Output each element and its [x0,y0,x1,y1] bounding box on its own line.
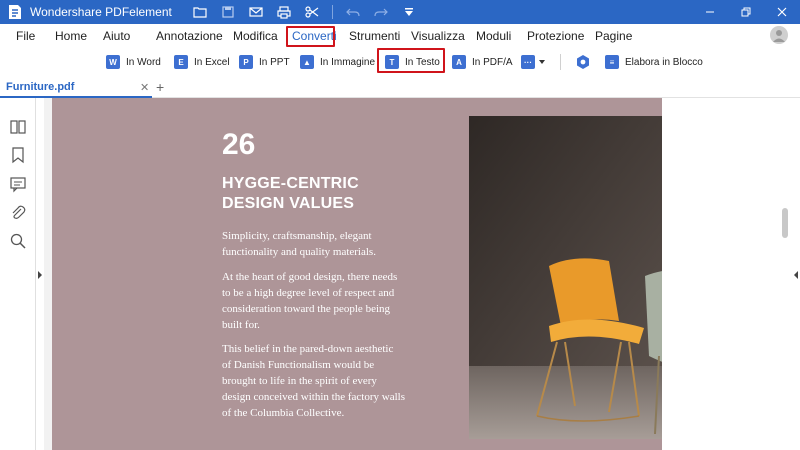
tab-furniture-pdf[interactable]: Furniture.pdf ✕ [0,78,152,98]
more-formats-icon: ··· [521,55,535,69]
more-formats-button[interactable]: ··· [521,53,546,71]
minimize-icon[interactable] [692,0,728,24]
in-excel-label: In Excel [194,56,230,68]
menu-bar: File Home Aiuto Annotazione Modifica Con… [0,24,800,48]
in-pdfa-button[interactable]: A In PDF/A [452,53,513,71]
menu-file[interactable]: File [16,28,35,44]
menu-pagine[interactable]: Pagine [595,28,632,44]
in-word-label: In Word [126,56,161,68]
page-margin [662,98,780,450]
highlight-converti [286,26,335,47]
page-heading: HYGGE-CENTRIC DESIGN VALUES [222,174,359,214]
in-word-button[interactable]: W In Word [106,53,161,71]
menu-annotazione[interactable]: Annotazione [156,28,223,44]
menu-visualizza[interactable]: Visualizza [411,28,465,44]
app-title: Wondershare PDFelement [30,5,172,19]
maximize-icon[interactable] [728,0,764,24]
menu-moduli[interactable]: Moduli [476,28,511,44]
title-bar: Wondershare PDFelement [0,0,800,24]
text-line: Simplicity, craftsmanship, elegant [222,230,372,242]
menu-protezione[interactable]: Protezione [527,28,584,44]
ppt-icon: P [239,55,253,69]
in-ppt-label: In PPT [259,56,290,68]
in-immagine-label: In Immagine [320,56,376,68]
text-line: functionality and quality materials. [222,246,376,258]
left-panel [0,98,36,450]
vertical-scrollbar[interactable] [780,98,792,450]
scrollbar-thumb[interactable] [782,208,788,238]
save-icon[interactable] [220,4,236,20]
attachment-icon[interactable] [9,204,27,222]
text-line: consideration toward the people being [222,303,391,315]
batch-icon: ≡ [605,55,619,69]
toolbar-separator [560,54,561,70]
scissors-icon[interactable] [304,4,320,20]
comment-icon[interactable] [9,175,27,193]
mail-icon[interactable] [248,4,264,20]
text-line: This belief in the pared-down aesthetic [222,343,394,355]
text-line: built for. [222,319,260,331]
pdfa-icon: A [452,55,466,69]
paragraph-2: At the heart of good design, there needs… [222,269,422,333]
batch-settings-button[interactable] [575,53,591,71]
paragraph-3: This belief in the pared-down aesthetic … [222,341,422,421]
highlight-in-testo [377,48,445,73]
thumbnails-icon[interactable] [9,118,27,136]
search-icon[interactable] [9,232,27,250]
hexagon-settings-icon [577,55,589,69]
menu-modifica[interactable]: Modifica [233,28,278,44]
avatar[interactable] [770,26,788,44]
text-line: of the Columbia Collective. [222,407,345,419]
document-tab-bar: Furniture.pdf ✕ + [0,78,800,98]
paragraph-1: Simplicity, craftsmanship, elegant funct… [222,228,422,260]
in-immagine-button[interactable]: ▲ In Immagine [300,53,375,71]
excel-icon: E [174,55,188,69]
image-icon: ▲ [300,55,314,69]
text-line: design conceived within the factory wall… [222,391,405,403]
pdf-page: 26 HYGGE-CENTRIC DESIGN VALUES Simplicit… [52,98,705,450]
menu-strumenti[interactable]: Strumenti [349,28,400,44]
chevron-down-icon [539,60,545,64]
elabora-in-blocco-button[interactable]: ≡ Elabora in Blocco [605,53,703,71]
app-logo-icon [9,5,21,19]
titlebar-separator [331,5,333,19]
word-icon: W [106,55,120,69]
heading-line: DESIGN VALUES [222,195,355,212]
quick-access-dropdown-icon[interactable] [401,4,417,20]
folder-icon[interactable] [192,4,208,20]
text-line: At the heart of good design, there needs [222,271,398,283]
collapse-right-panel-icon[interactable] [792,270,800,280]
close-tab-icon[interactable]: ✕ [140,81,149,94]
redo-icon[interactable] [373,4,389,20]
menu-aiuto[interactable]: Aiuto [103,28,130,44]
text-line: of Danish Functionalism would be [222,359,375,371]
tab-label: Furniture.pdf [6,81,75,93]
menu-home[interactable]: Home [55,28,87,44]
text-line: brought to life in the spirit of every [222,375,377,387]
bookmark-icon[interactable] [9,146,27,164]
in-excel-button[interactable]: E In Excel [174,53,230,71]
elabora-label: Elabora in Blocco [625,56,703,68]
text-line: to be a high degree level of respect and [222,287,395,299]
close-icon[interactable] [764,0,800,24]
document-viewer: 26 HYGGE-CENTRIC DESIGN VALUES Simplicit… [44,98,780,450]
page-number-heading: 26 [222,128,256,161]
new-tab-icon[interactable]: + [156,79,164,95]
in-pdfa-label: In PDF/A [472,56,513,68]
in-ppt-button[interactable]: P In PPT [239,53,290,71]
heading-line: HYGGE-CENTRIC [222,175,359,192]
collapse-left-panel-icon[interactable] [36,270,44,280]
print-icon[interactable] [276,4,292,20]
undo-icon[interactable] [345,4,361,20]
